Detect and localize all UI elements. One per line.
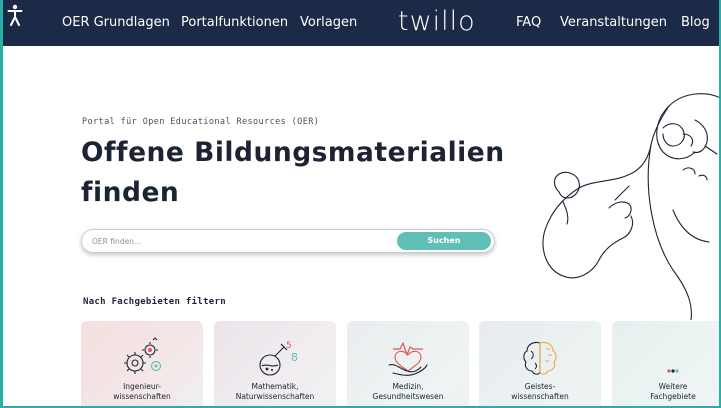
dots-icon	[667, 369, 679, 373]
gears-icon	[124, 337, 162, 374]
line-art-illustration	[542, 93, 719, 320]
filter-heading: Nach Fachgebieten filtern	[83, 297, 226, 307]
heartbeat-hands-icon	[388, 342, 428, 376]
category-label: Ingenieur- wissenschaften	[113, 382, 171, 401]
category-card-ingenieurwissenschaften[interactable]: Ingenieur- wissenschaften	[81, 321, 203, 406]
hero-headline: Offene Bildungsmaterialien finden	[81, 137, 505, 208]
search-bar: Suchen	[81, 229, 495, 253]
nav-link-oer-grundlagen[interactable]: OER Grundlagen	[62, 15, 170, 30]
nav-link-blog[interactable]: Blog	[681, 15, 710, 30]
category-label: Medizin, Gesundheitswesen	[372, 382, 444, 401]
nav-link-veranstaltungen[interactable]: Veranstaltungen	[560, 15, 667, 30]
top-navigation: OER Grundlagen Portalfunktionen Vorlagen…	[3, 0, 719, 46]
hero-tagline: Portal für Open Educational Resources (O…	[82, 117, 320, 127]
twillo-logo[interactable]: twillo	[398, 6, 476, 37]
category-card-medizin-gesundheitswesen[interactable]: Medizin, Gesundheitswesen	[347, 321, 469, 406]
nav-link-faq[interactable]: FAQ	[516, 15, 541, 30]
brain-icon	[523, 341, 557, 375]
category-label: Weitere Fachgebiete	[650, 382, 696, 401]
category-label: Geistes- wissenschaften	[511, 382, 569, 401]
page-frame: OER Grundlagen Portalfunktionen Vorlagen…	[0, 0, 721, 408]
category-card-weitere-fachgebiete[interactable]: Weitere Fachgebiete	[612, 321, 719, 406]
flask-icon: 5 8	[259, 341, 298, 376]
icon-number-5: 5	[286, 341, 292, 351]
nav-link-portalfunktionen[interactable]: Portalfunktionen	[181, 15, 288, 30]
category-label: Mathematik, Naturwissenschaften	[235, 382, 315, 401]
accessibility-icon[interactable]	[7, 4, 23, 26]
category-card-mathematik-naturwissenschaften[interactable]: 5 8 Mathematik, Naturwissenschaften	[214, 321, 336, 406]
category-card-geisteswissenschaften[interactable]: Geistes- wissenschaften	[479, 321, 601, 406]
search-button[interactable]: Suchen	[397, 232, 491, 250]
search-input[interactable]	[92, 233, 392, 249]
nav-link-vorlagen[interactable]: Vorlagen	[300, 15, 357, 30]
icon-number-8: 8	[291, 351, 298, 364]
